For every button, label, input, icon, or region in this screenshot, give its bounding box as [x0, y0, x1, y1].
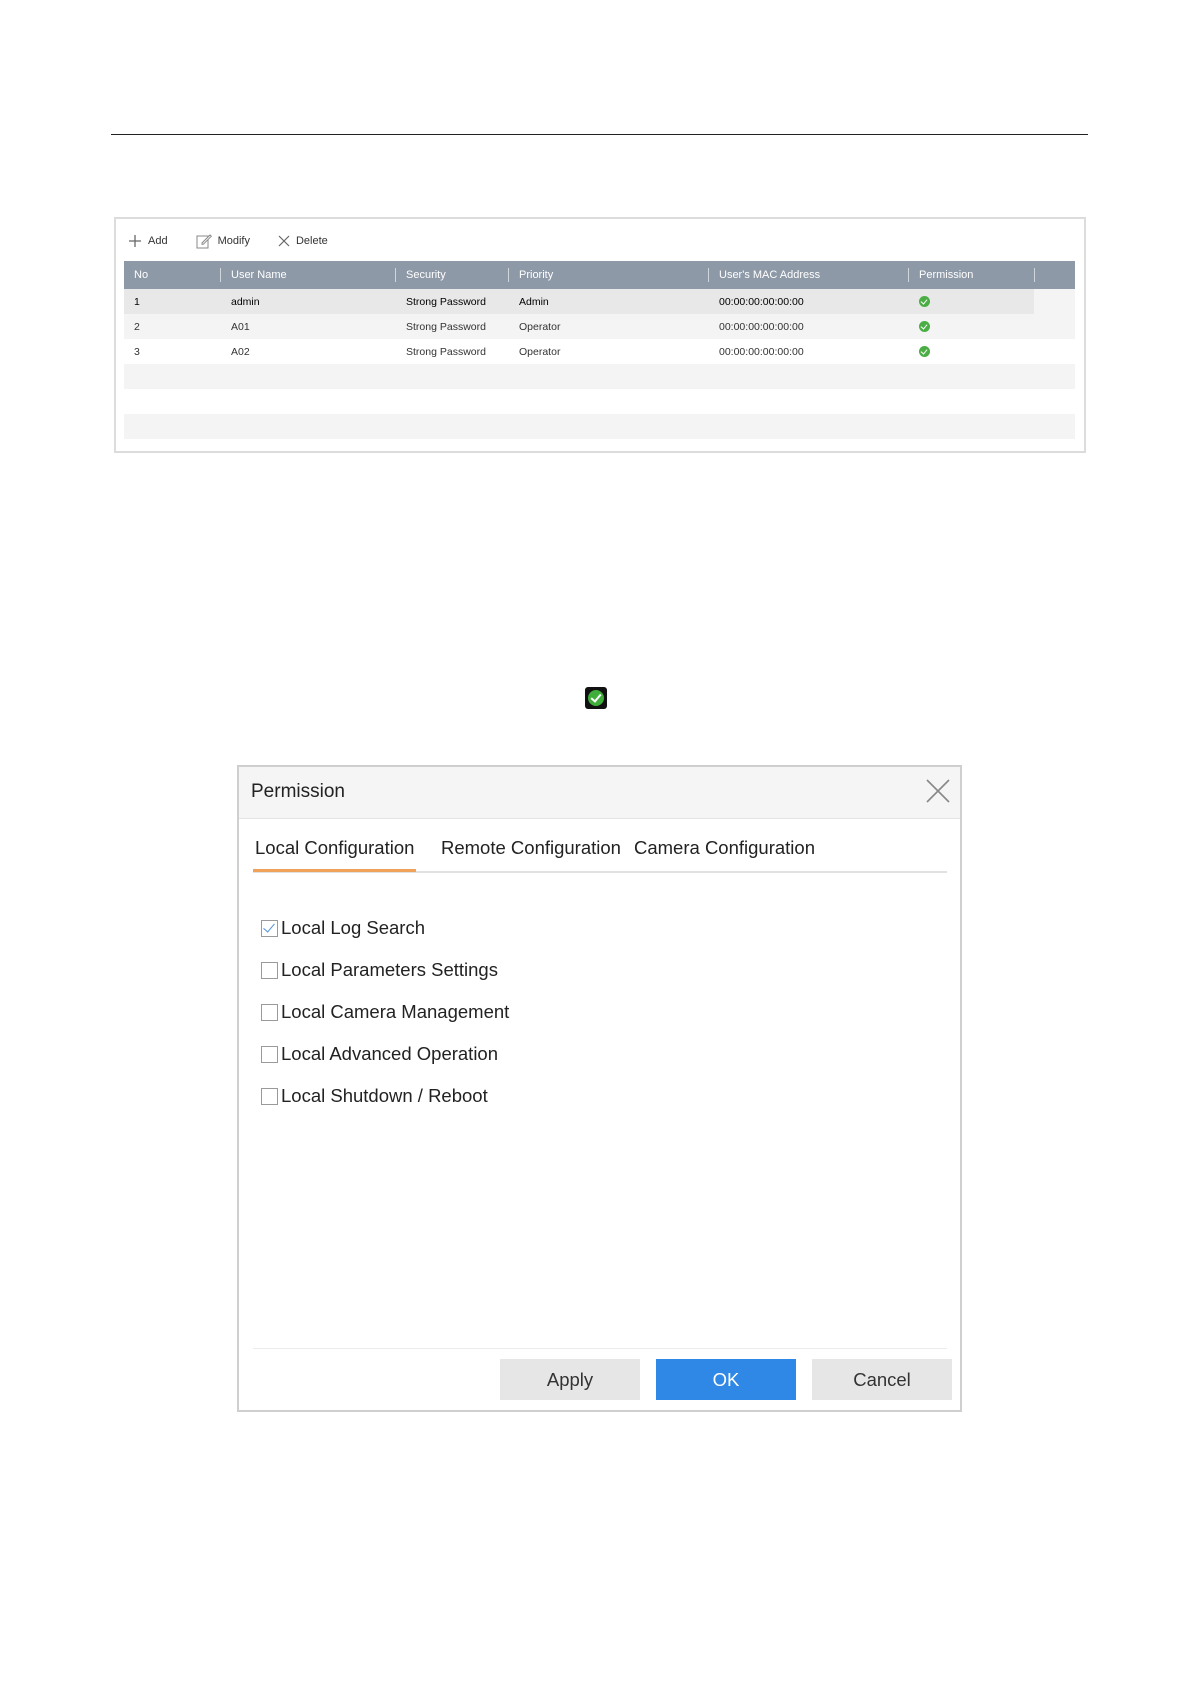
- close-icon[interactable]: [924, 777, 952, 805]
- tab-camera-configuration[interactable]: Camera Configuration: [634, 837, 815, 869]
- tab-remote-configuration[interactable]: Remote Configuration: [441, 837, 621, 869]
- permission-check-icon[interactable]: [919, 296, 930, 308]
- column-header-security[interactable]: Security: [396, 261, 509, 289]
- cell-mac-address: 00:00:00:00:00:00: [719, 345, 804, 358]
- user-toolbar: Add Modify Delete: [128, 229, 356, 253]
- option-local-parameters-settings: Local Parameters Settings: [261, 949, 509, 991]
- permission-dialog: Permission Local Configuration Remote Co…: [237, 765, 962, 1412]
- cell-security: Strong Password: [406, 345, 486, 358]
- local-camera-management-checkbox[interactable]: [261, 1003, 278, 1021]
- plus-icon: [129, 235, 141, 247]
- local-log-search-checkbox[interactable]: [261, 919, 278, 937]
- option-label: Local Camera Management: [281, 1001, 510, 1022]
- column-header-user-name[interactable]: User Name: [221, 261, 396, 289]
- cell-priority: Admin: [519, 295, 549, 308]
- close-icon: [278, 235, 290, 247]
- dialog-header: Permission: [239, 767, 960, 819]
- delete-label: Delete: [295, 235, 328, 247]
- cell-priority: Operator: [519, 345, 561, 358]
- edit-icon: [196, 233, 212, 248]
- cell-user-name: A01: [231, 320, 250, 333]
- cell-user-name: admin: [231, 295, 260, 308]
- cell-mac-address: 00:00:00:00:00:00: [719, 320, 804, 333]
- table-row[interactable]: 2 A01 Strong Password Operator 00:00:00:…: [124, 314, 1075, 339]
- cell-no: 1: [134, 295, 140, 308]
- option-local-advanced-operation: Local Advanced Operation: [261, 1033, 509, 1075]
- option-label: Local Advanced Operation: [281, 1043, 499, 1064]
- apply-button[interactable]: Apply: [500, 1359, 640, 1400]
- cell-permission: [909, 321, 1035, 333]
- modify-label: Modify: [217, 235, 250, 247]
- dialog-title: Permission: [251, 781, 345, 802]
- option-label: Local Log Search: [281, 917, 425, 938]
- cell-no: 3: [134, 345, 140, 358]
- local-advanced-operation-checkbox[interactable]: [261, 1045, 278, 1063]
- cell-permission: [909, 296, 1035, 308]
- table-header: No User Name Security Priority User's MA…: [124, 261, 1075, 289]
- cell-permission: [909, 346, 1035, 358]
- ok-button[interactable]: OK: [656, 1359, 796, 1400]
- cell-priority: Operator: [519, 320, 561, 333]
- local-parameters-settings-checkbox[interactable]: [261, 961, 278, 979]
- option-local-camera-management: Local Camera Management: [261, 991, 509, 1033]
- table-row[interactable]: 3 A02 Strong Password Operator 00:00:00:…: [124, 339, 1075, 364]
- permission-check-icon[interactable]: [919, 321, 930, 333]
- empty-table-row: [124, 414, 1075, 439]
- column-header-no[interactable]: No: [124, 261, 221, 289]
- option-label: Local Shutdown / Reboot: [281, 1085, 488, 1106]
- dialog-tabs: Local Configuration Remote Configuration…: [253, 837, 947, 873]
- option-local-log-search: Local Log Search: [261, 907, 509, 949]
- add-user-button[interactable]: Add: [128, 234, 168, 248]
- option-label: Local Parameters Settings: [281, 959, 498, 980]
- permission-check-icon: [585, 687, 607, 709]
- permission-check-icon[interactable]: [919, 346, 930, 358]
- column-header-priority[interactable]: Priority: [509, 261, 709, 289]
- cancel-button[interactable]: Cancel: [812, 1359, 952, 1400]
- tab-local-configuration[interactable]: Local Configuration: [253, 837, 417, 872]
- cell-security: Strong Password: [406, 295, 486, 308]
- empty-table-row: [124, 389, 1075, 414]
- cell-security: Strong Password: [406, 320, 486, 333]
- option-local-shutdown-reboot: Local Shutdown / Reboot: [261, 1075, 509, 1117]
- table-row[interactable]: 1 admin Strong Password Admin 00:00:00:0…: [124, 289, 1075, 314]
- empty-table-row: [124, 364, 1075, 389]
- cell-user-name: A02: [231, 345, 250, 358]
- page-header-rule: [111, 134, 1088, 135]
- modify-user-button[interactable]: Modify: [196, 233, 250, 249]
- add-label: Add: [148, 235, 168, 247]
- user-table: No User Name Security Priority User's MA…: [124, 261, 1075, 439]
- delete-user-button[interactable]: Delete: [278, 235, 328, 247]
- cell-mac-address: 00:00:00:00:00:00: [719, 295, 804, 308]
- user-management-panel: Add Modify Delete No User Name Security …: [114, 217, 1086, 453]
- local-shutdown-reboot-checkbox[interactable]: [261, 1087, 278, 1105]
- cell-no: 2: [134, 320, 140, 333]
- permission-option-list: Local Log Search Local Parameters Settin…: [261, 907, 509, 1117]
- column-header-mac-address[interactable]: User's MAC Address: [709, 261, 909, 289]
- column-header-spacer: [1035, 261, 1075, 289]
- dialog-footer-divider: [253, 1348, 947, 1349]
- column-header-permission[interactable]: Permission: [909, 261, 1035, 289]
